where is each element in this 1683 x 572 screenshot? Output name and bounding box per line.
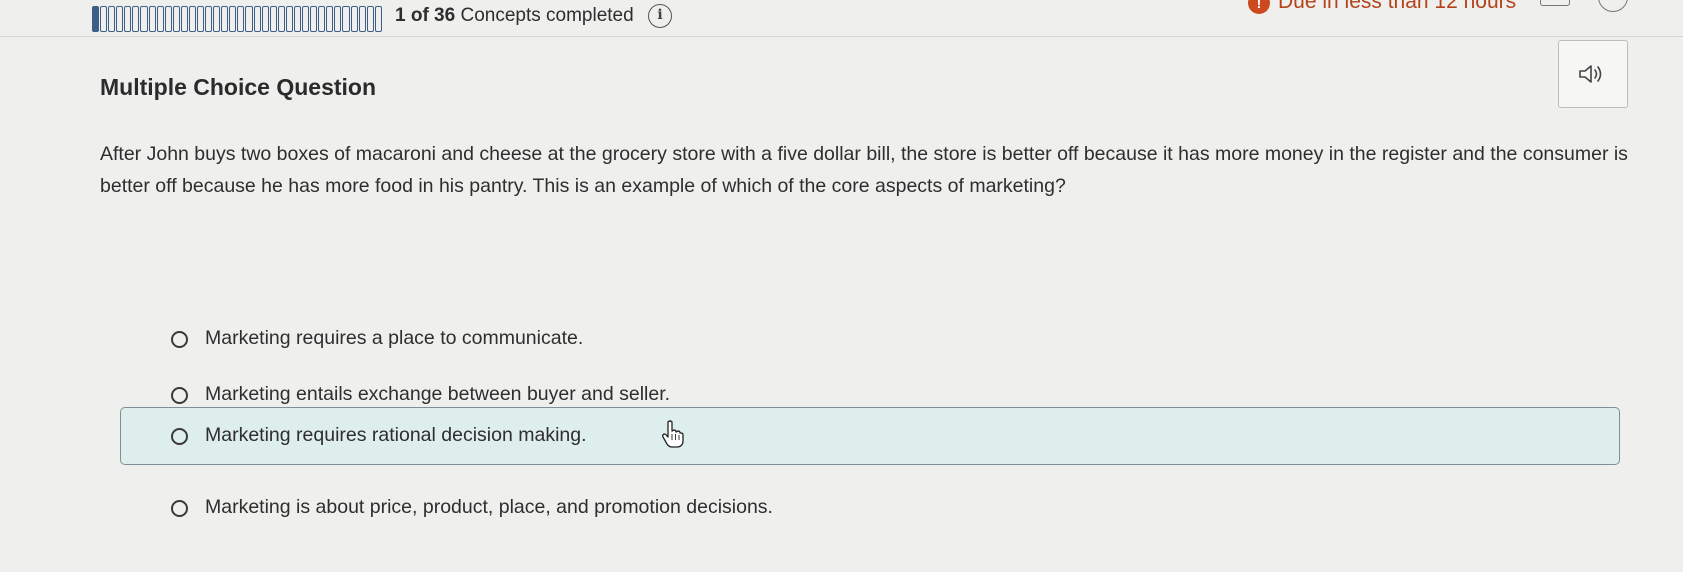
radio-button[interactable] xyxy=(171,428,188,445)
progress-segment xyxy=(132,6,140,32)
progress-segment xyxy=(237,6,245,32)
due-text: Due in less than 12 hours xyxy=(1278,0,1517,13)
progress-segment xyxy=(229,6,237,32)
progress-segment xyxy=(350,6,358,32)
question-prompt: After John buys two boxes of macaroni an… xyxy=(100,143,1628,197)
progress-segment xyxy=(293,6,302,32)
avatar-icon[interactable] xyxy=(1598,0,1628,12)
speaker-icon xyxy=(1579,65,1602,83)
progress-segment xyxy=(116,6,124,32)
radio-button[interactable] xyxy=(171,500,188,517)
progress-segment xyxy=(318,6,326,32)
info-icon[interactable]: i xyxy=(648,4,672,28)
progress-segment xyxy=(326,6,334,32)
progress-segment xyxy=(342,6,350,32)
progress-segment xyxy=(310,6,318,32)
radio-button[interactable] xyxy=(171,331,188,348)
progress-segment xyxy=(358,6,366,32)
progress-bar xyxy=(92,6,382,32)
progress-segment xyxy=(156,6,164,32)
progress-segment xyxy=(213,6,221,32)
answer-choice-label: Marketing is about price, product, place… xyxy=(205,496,773,518)
progress-count: 1 of 36 xyxy=(395,5,456,26)
progress-segment xyxy=(374,6,382,32)
question-type-heading: Multiple Choice Question xyxy=(100,74,377,100)
progress-segment xyxy=(108,6,116,32)
progress-segment xyxy=(164,6,172,32)
progress-segment xyxy=(180,6,188,32)
progress-segment xyxy=(285,6,293,32)
alert-icon: ! xyxy=(1248,0,1270,14)
answer-choice-label: Marketing requires rational decision mak… xyxy=(205,424,587,446)
progress-segment-complete xyxy=(92,6,100,32)
progress-segment xyxy=(334,6,342,32)
progress-segment xyxy=(197,6,205,32)
progress-segment xyxy=(261,6,269,32)
progress-segment xyxy=(100,6,108,32)
top-bar: 1 of 36 Concepts completed i ! Due in le… xyxy=(0,0,1683,37)
progress-segment xyxy=(205,6,213,32)
progress-segment xyxy=(188,6,197,32)
progress-segment xyxy=(124,6,132,32)
progress-segment xyxy=(277,6,285,32)
progress-segment xyxy=(269,6,277,32)
answer-choice-hovered[interactable]: Marketing requires rational decision mak… xyxy=(120,407,1620,465)
progress-segment xyxy=(253,6,261,32)
progress-segment xyxy=(221,6,229,32)
due-date-indicator[interactable]: ! Due in less than 12 hours xyxy=(1248,0,1517,14)
progress-text: 1 of 36 Concepts completed xyxy=(395,5,634,27)
progress-label: Concepts completed xyxy=(460,5,634,26)
progress-segment xyxy=(172,6,180,32)
calendar-icon[interactable] xyxy=(1540,0,1570,6)
answer-choice[interactable]: Marketing requires a place to communicat… xyxy=(120,315,1620,365)
progress-segment xyxy=(148,6,156,32)
answer-choice-label: Marketing requires a place to communicat… xyxy=(205,327,584,349)
read-aloud-button[interactable] xyxy=(1558,40,1628,108)
answer-choice[interactable]: Marketing is about price, product, place… xyxy=(120,484,1620,534)
progress-segment xyxy=(302,6,310,32)
progress-segment xyxy=(245,6,253,32)
radio-button[interactable] xyxy=(171,387,188,404)
answer-choice-label: Marketing entails exchange between buyer… xyxy=(205,383,671,405)
progress-segment xyxy=(140,6,148,32)
progress-segment xyxy=(366,6,374,32)
